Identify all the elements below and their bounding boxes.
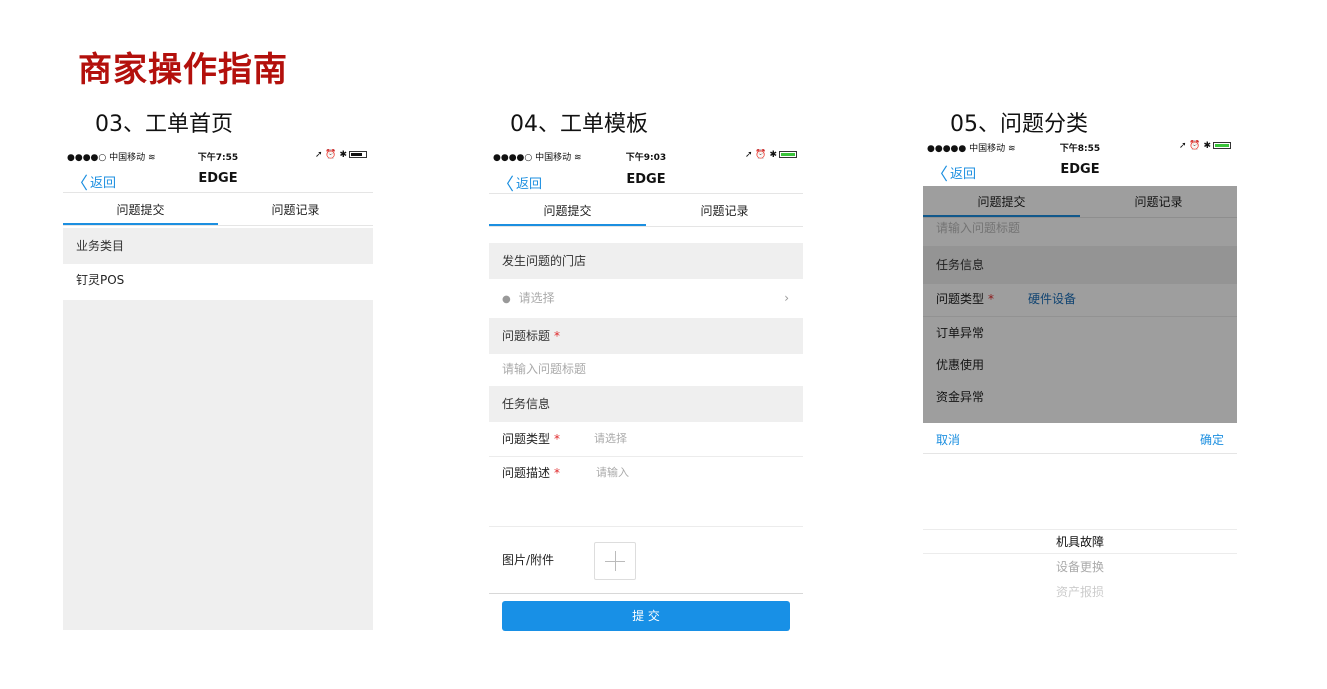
status-icons: ➚ ⏰ ✱ [315, 150, 367, 160]
divider [489, 593, 803, 594]
store-select[interactable]: ● 请选择 › [489, 279, 803, 318]
phone-screen-template: ●●●●○ 中国移动 ≋ 下午9:03 ➚ ⏰ ✱ 〈返回 EDGE 问题提交 … [489, 148, 803, 633]
phone-screen-category: ●●●●● 中国移动 ≋ 下午8:55 ➚ ⏰ ✱ 〈返回 EDGE 问题提交 … [923, 139, 1237, 609]
location-pin-icon: ● [502, 294, 511, 305]
battery-icon [779, 151, 797, 158]
title-input[interactable]: 请输入问题标题 [489, 354, 803, 386]
picker-item[interactable]: 设备更换 [923, 558, 1237, 575]
modal-overlay [923, 186, 1237, 423]
back-button[interactable]: 〈返回 [497, 170, 542, 195]
tab-submit[interactable]: 问题提交 [63, 194, 218, 225]
required-mark: * [554, 432, 561, 446]
attachment-field: 图片/附件 [489, 527, 803, 593]
chevron-right-icon: › [784, 291, 789, 305]
empty-area [63, 300, 373, 630]
phone-screen-home: ●●●●○ 中国移动 ≋ 下午7:55 ➚ ⏰ ✱ 〈返回 EDGE 问题提交 … [63, 148, 373, 630]
section-header-store: 发生问题的门店 [489, 243, 803, 279]
nav-bar: 〈返回 EDGE [923, 156, 1237, 185]
page-title: 商家操作指南 [78, 50, 288, 90]
chevron-left-icon: 〈 [497, 175, 514, 195]
desc-field[interactable]: 问题描述 * 请输入 [489, 457, 803, 525]
picker-highlight-bottom [923, 553, 1237, 554]
required-mark: * [554, 329, 561, 343]
picker-highlight-top [923, 529, 1237, 530]
nav-bar: 〈返回 EDGE [63, 165, 373, 194]
desc-label: 问题描述 [502, 466, 551, 480]
picker-item[interactable]: 资产报损 [923, 583, 1237, 600]
list-item-pos[interactable]: 钉灵POS [63, 264, 373, 300]
confirm-button[interactable]: 确定 [1200, 431, 1224, 448]
tab-records[interactable]: 问题记录 [646, 195, 803, 226]
tab-records[interactable]: 问题记录 [218, 194, 373, 225]
type-placeholder: 请选择 [594, 432, 627, 445]
required-mark: * [554, 466, 561, 480]
status-bar: ●●●●● 中国移动 ≋ 下午8:55 ➚ ⏰ ✱ [923, 139, 1237, 154]
tab-bar: 问题提交 问题记录 [489, 195, 803, 227]
status-icons: ➚ ⏰ ✱ [745, 150, 797, 160]
step-title-04: 04、工单模板 [510, 112, 648, 137]
battery-icon [349, 151, 367, 158]
chevron-left-icon: 〈 [931, 165, 948, 185]
cancel-button[interactable]: 取消 [936, 431, 960, 448]
submit-button[interactable]: 提 交 [502, 601, 790, 631]
picker-toolbar: 取消 确定 [923, 423, 1237, 454]
status-icons: ➚ ⏰ ✱ [1179, 141, 1231, 151]
status-bar: ●●●●○ 中国移动 ≋ 下午9:03 ➚ ⏰ ✱ [489, 148, 803, 163]
back-button[interactable]: 〈返回 [71, 169, 116, 194]
type-label: 问题类型 [502, 432, 551, 446]
back-button[interactable]: 〈返回 [931, 160, 976, 185]
chevron-left-icon: 〈 [71, 174, 88, 194]
step-title-03: 03、工单首页 [95, 112, 233, 137]
section-header-task: 任务信息 [489, 386, 803, 422]
store-placeholder: 请选择 [518, 291, 555, 305]
battery-icon [1213, 142, 1231, 149]
desc-placeholder: 请输入 [596, 466, 629, 479]
add-attachment-button[interactable] [594, 542, 636, 580]
status-bar: ●●●●○ 中国移动 ≋ 下午7:55 ➚ ⏰ ✱ [63, 148, 373, 163]
section-header-title: 问题标题 * [489, 318, 803, 354]
picker-item-selected[interactable]: 机具故障 [923, 533, 1237, 550]
tab-bar: 问题提交 问题记录 [63, 194, 373, 226]
section-header-category: 业务类目 [63, 228, 373, 264]
step-title-05: 05、问题分类 [950, 112, 1088, 137]
nav-bar: 〈返回 EDGE [489, 166, 803, 195]
attach-label: 图片/附件 [502, 553, 555, 567]
type-field[interactable]: 问题类型 * 请选择 [489, 422, 803, 456]
tab-submit[interactable]: 问题提交 [489, 195, 646, 226]
